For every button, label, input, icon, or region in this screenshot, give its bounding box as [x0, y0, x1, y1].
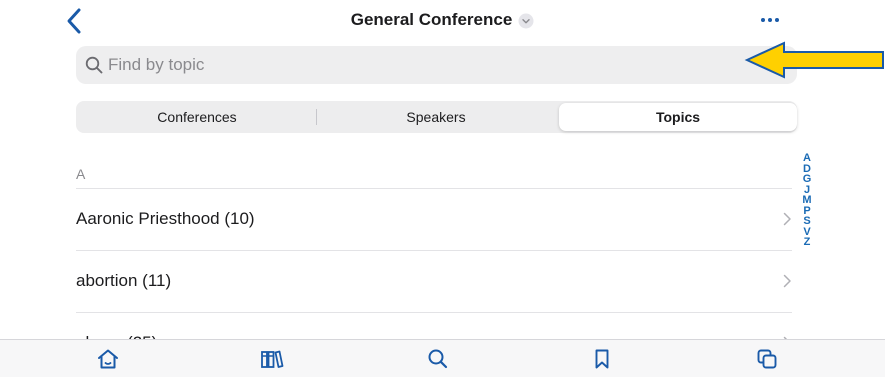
tab-library[interactable]: [260, 347, 284, 371]
search-input[interactable]: [108, 46, 708, 84]
page-title: General Conference: [350, 10, 513, 29]
tab-bar: [0, 339, 885, 377]
library-icon: [261, 350, 284, 368]
more-button[interactable]: [758, 8, 782, 32]
chevron-right-icon: [783, 212, 791, 226]
list-item-label: abortion (11): [76, 271, 172, 290]
search-field[interactable]: [76, 46, 797, 84]
bookmark-icon: [595, 349, 609, 369]
search-icon: [85, 56, 103, 74]
tab-speakers[interactable]: Speakers: [317, 103, 555, 131]
index-letter[interactable]: M: [800, 195, 814, 206]
title-menu[interactable]: General Conference: [0, 10, 885, 30]
yellow-arrow-icon: [744, 41, 884, 79]
chevron-down-circle-icon: [518, 13, 534, 29]
nav-header: General Conference: [0, 0, 885, 44]
search-icon: [428, 349, 448, 369]
tab-bookmarks[interactable]: [590, 347, 614, 371]
tab-windows[interactable]: [755, 347, 779, 371]
list-item[interactable]: Aaronic Priesthood (10): [76, 189, 792, 249]
tab-home[interactable]: [96, 347, 120, 371]
ellipsis-icon: [761, 18, 779, 22]
list-item[interactable]: abortion (11): [76, 251, 792, 311]
list-item-label: Aaronic Priesthood (10): [76, 209, 255, 228]
chevron-right-icon: [783, 274, 791, 288]
alphabet-index[interactable]: A D G J M P S V Z: [800, 153, 814, 248]
index-letter[interactable]: S: [800, 216, 814, 227]
index-letter[interactable]: G: [800, 174, 814, 185]
section-header: A: [76, 166, 86, 182]
tab-conferences[interactable]: Conferences: [78, 103, 316, 131]
tab-topics[interactable]: Topics: [559, 103, 797, 131]
segmented-control: Conferences Speakers Topics: [76, 101, 797, 133]
windows-icon: [757, 349, 777, 369]
index-letter[interactable]: A: [800, 153, 814, 164]
index-letter[interactable]: Z: [800, 237, 814, 248]
tab-search[interactable]: [426, 347, 450, 371]
home-icon: [98, 349, 118, 369]
